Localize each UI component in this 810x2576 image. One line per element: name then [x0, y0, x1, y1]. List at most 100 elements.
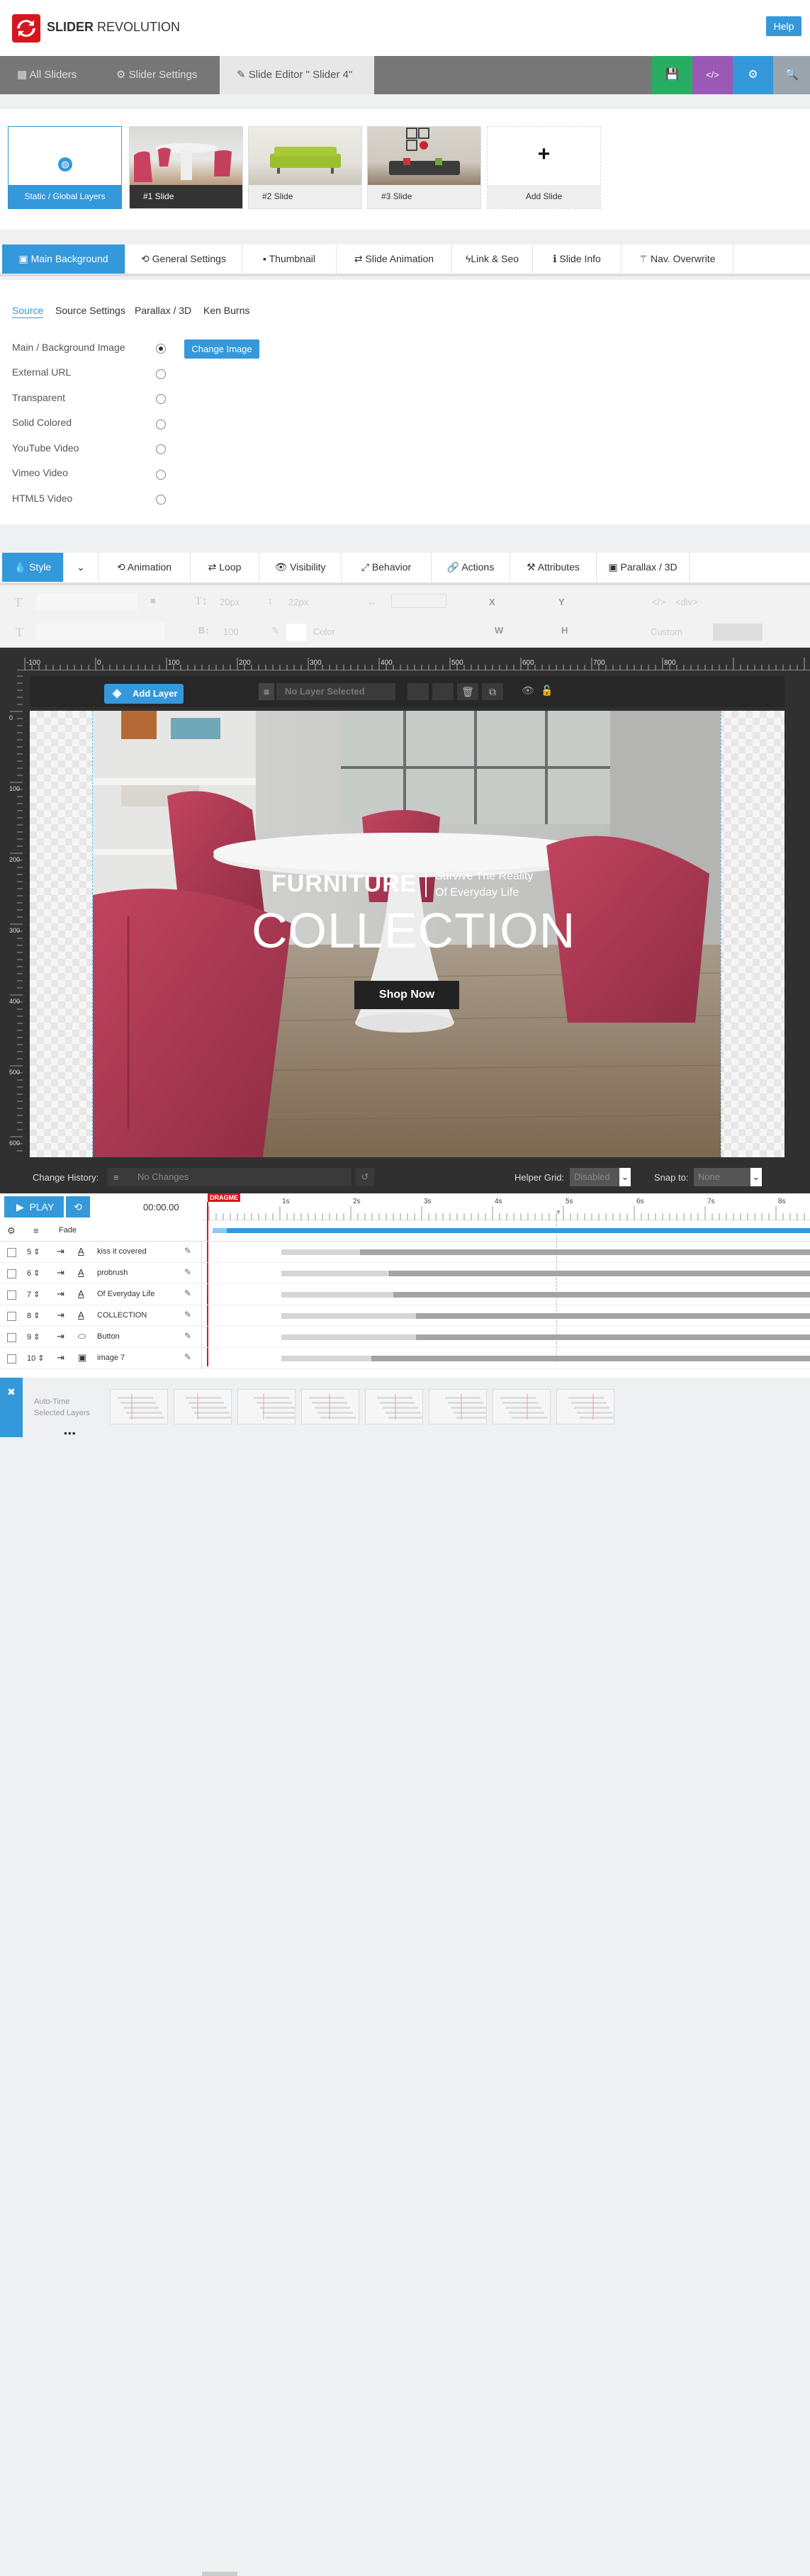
timing-preset-button[interactable]	[174, 1389, 232, 1424]
layer-depth[interactable]: 6 ⇕	[27, 1269, 40, 1278]
tab-behavior[interactable]: ⤢ Behavior	[342, 553, 432, 582]
layer-in-bar[interactable]	[281, 1356, 371, 1361]
pencil-icon[interactable]: ✎	[184, 1267, 191, 1277]
add-layer-button[interactable]: ◈ Add Layer	[104, 684, 184, 704]
code-button[interactable]: </>	[692, 56, 733, 94]
layer-duration-bar[interactable]	[416, 1313, 810, 1319]
layer-in-bar[interactable]	[281, 1271, 388, 1276]
layer-duration-bar[interactable]	[371, 1356, 810, 1361]
subtab-ken-burns[interactable]: Ken Burns	[203, 305, 249, 316]
tab-general-settings[interactable]: ⟲ General Settings	[125, 244, 242, 274]
font-weight-input[interactable]: 100	[223, 626, 239, 637]
pencil-icon[interactable]: ✎	[184, 1246, 191, 1256]
layer-duration-bar[interactable]	[360, 1249, 810, 1255]
slide-duration-bar[interactable]	[213, 1228, 810, 1233]
unlock-icon[interactable]: 🔓	[541, 685, 553, 697]
pencil-icon[interactable]: ✎	[184, 1331, 191, 1341]
layer-in-bar[interactable]	[281, 1249, 360, 1255]
timeline-layer-row[interactable]: 5 ⇕ ⇥ A kiss it covered ✎	[0, 1242, 810, 1263]
tab-visibility[interactable]: 👁 Visibility	[259, 553, 342, 582]
slide-canvas[interactable]: FURNITURE Survive The Reality Of Everyda…	[30, 711, 784, 1157]
tab-link-seo[interactable]: ϟLink & Seo	[452, 244, 533, 274]
delete-icon[interactable]: 🗑	[457, 683, 478, 700]
align-icon[interactable]: ⇥	[57, 1352, 64, 1363]
font-family-select[interactable]	[37, 593, 137, 610]
subtab-parallax-3d[interactable]: Parallax / 3D	[135, 305, 191, 316]
layer-checkbox[interactable]	[7, 1248, 16, 1257]
layer-action-1[interactable]	[407, 683, 429, 700]
layer-checkbox[interactable]	[7, 1312, 16, 1321]
change-image-button[interactable]: Change Image	[184, 339, 259, 359]
tab-slide-info[interactable]: ℹ Slide Info	[533, 244, 621, 274]
custom-select[interactable]: Custom	[651, 626, 682, 637]
save-button[interactable]: 💾	[652, 56, 692, 94]
tab-thumbnail[interactable]: ▪ Thumbnail	[242, 244, 337, 274]
style-dropdown-toggle[interactable]: ⌄	[64, 553, 99, 582]
layer-depth[interactable]: 8 ⇕	[27, 1311, 40, 1320]
tagline-text-layer[interactable]: Survive The Reality Of Everyday Life	[435, 868, 533, 901]
auto-time-toggle[interactable]: ✖	[0, 1378, 23, 1437]
radio-solid-colored[interactable]	[156, 420, 166, 429]
layer-in-bar[interactable]	[281, 1313, 417, 1319]
layer-checkbox[interactable]	[7, 1269, 16, 1278]
furniture-text-layer[interactable]: FURNITURE	[271, 870, 417, 898]
layer-action-2[interactable]	[432, 683, 454, 700]
layer-depth[interactable]: 7 ⇕	[27, 1290, 40, 1299]
pencil-icon[interactable]: ✎	[184, 1288, 191, 1298]
play-button[interactable]: ▶ PLAY	[4, 1196, 64, 1217]
toggle-buttons[interactable]	[713, 624, 763, 641]
timing-preset-button[interactable]	[237, 1389, 296, 1424]
search-button[interactable]: 🔍	[773, 56, 810, 94]
slide-1-thumb[interactable]: #1 Slide	[129, 126, 243, 209]
tab-slide-animation[interactable]: ⇄ Slide Animation	[337, 244, 452, 274]
layer-in-bar[interactable]	[281, 1334, 417, 1340]
radio-external-url[interactable]	[156, 369, 166, 379]
eye-icon[interactable]: 👁	[522, 685, 534, 697]
layer-checkbox[interactable]	[7, 1333, 16, 1342]
subtab-source-settings[interactable]: Source Settings	[55, 305, 125, 316]
selected-layer-field[interactable]: No Layer Selected	[276, 683, 395, 700]
pencil-icon[interactable]: ✎	[184, 1310, 191, 1320]
timing-preset-button[interactable]	[365, 1389, 423, 1424]
align-icon[interactable]: ⇥	[57, 1331, 64, 1342]
radio-youtube-video[interactable]	[156, 444, 166, 454]
slide-transition-bar[interactable]	[213, 1228, 227, 1233]
subtab-source[interactable]: Source	[12, 305, 43, 318]
layer-duration-bar[interactable]	[393, 1292, 810, 1298]
layer-depth[interactable]: 5 ⇕	[27, 1247, 40, 1256]
collection-text-layer[interactable]: COLLECTION	[252, 902, 575, 959]
help-button[interactable]: Help	[766, 16, 801, 36]
layer-depth[interactable]: 9 ⇕	[27, 1332, 40, 1342]
shop-now-button-layer[interactable]: Shop Now	[354, 981, 459, 1009]
layer-checkbox[interactable]	[7, 1354, 16, 1363]
radio-transparent[interactable]	[156, 394, 166, 404]
tab-style[interactable]: 💧 Style	[2, 553, 64, 582]
slide-3-thumb[interactable]: #3 Slide	[367, 126, 481, 209]
timing-preset-button[interactable]	[110, 1389, 168, 1424]
font-style-select[interactable]	[37, 623, 164, 640]
layer-depth[interactable]: 10 ⇕	[27, 1354, 45, 1363]
timeline-layer-row[interactable]: 10 ⇕ ⇥ ▣ image 7 ✎	[0, 1348, 810, 1369]
settings-button[interactable]: ⚙	[733, 56, 773, 94]
tab-attributes[interactable]: ⚒ Attributes	[510, 553, 597, 582]
timeline-layer-row[interactable]: 6 ⇕ ⇥ A probrush ✎	[0, 1263, 810, 1284]
tab-loop[interactable]: ⇄ Loop	[191, 553, 259, 582]
radio-html5-video[interactable]	[156, 495, 166, 505]
font-size-input[interactable]: 20px	[220, 597, 240, 607]
timeline-layer-row[interactable]: 9 ⇕ ⇥ ⬭ Button ✎	[0, 1327, 810, 1348]
tab-nav-overwrite[interactable]: ⚚ Nav. Overwrite	[621, 244, 733, 274]
change-history-field[interactable]: No Changes	[108, 1168, 351, 1186]
align-icon[interactable]: ⇥	[57, 1267, 64, 1278]
snap-to-select[interactable]: None⌄	[694, 1168, 762, 1186]
helper-grid-select[interactable]: Disabled⌄	[570, 1168, 631, 1186]
history-icon[interactable]: ⟲	[66, 1196, 90, 1217]
timing-preset-button[interactable]	[556, 1389, 614, 1424]
tab-parallax-3d[interactable]: ▣ Parallax / 3D	[597, 553, 690, 582]
static-global-layers-slide[interactable]: ◍ Static / Global Layers	[8, 126, 122, 209]
radio-vimeo-video[interactable]	[156, 470, 166, 480]
menu-icon[interactable]: ≡	[33, 1225, 39, 1236]
undo-icon[interactable]: ↺	[356, 1168, 374, 1186]
tab-slider-settings[interactable]: ⚙ Slider Settings	[99, 56, 220, 94]
align-buttons[interactable]	[391, 594, 446, 608]
pencil-icon[interactable]: ✎	[184, 1352, 191, 1362]
